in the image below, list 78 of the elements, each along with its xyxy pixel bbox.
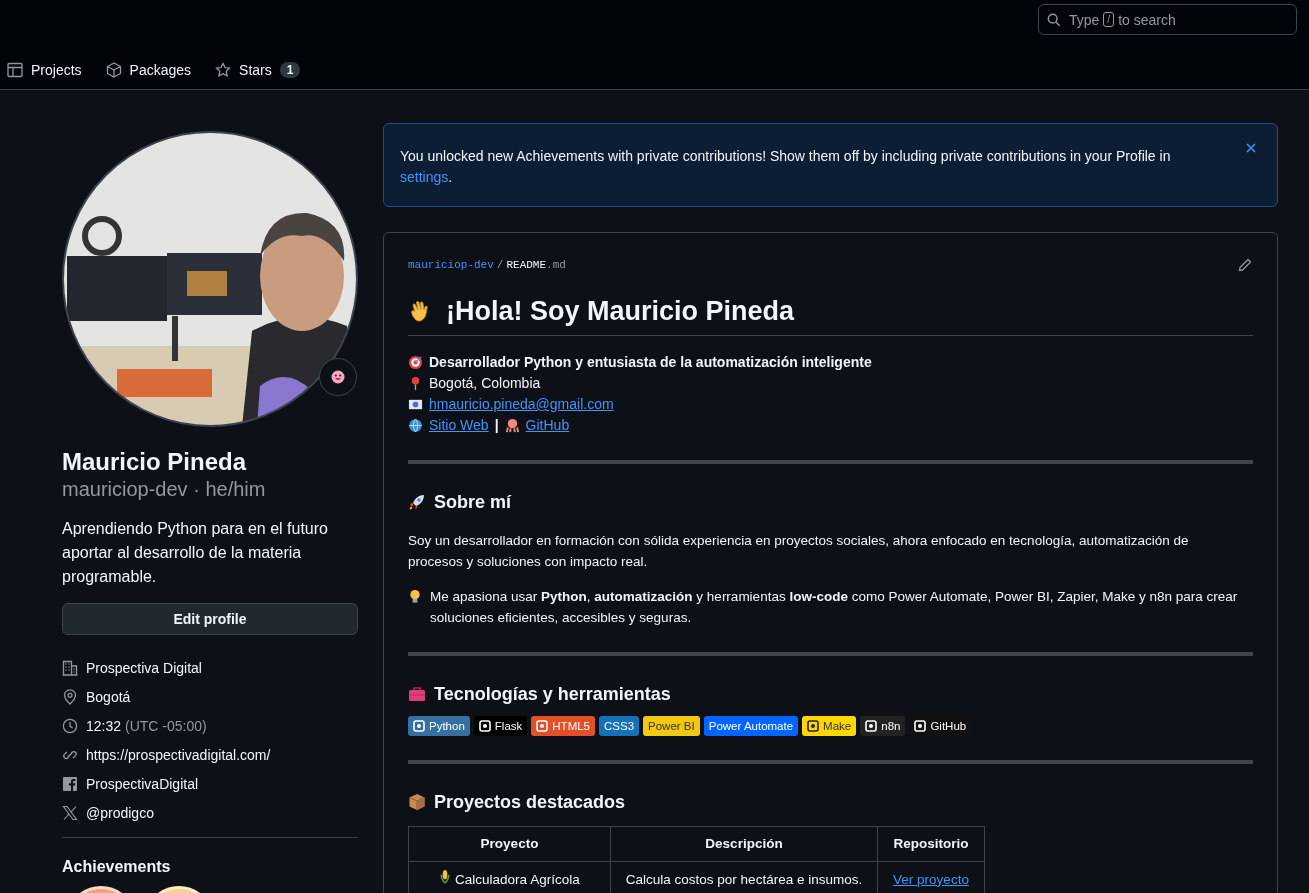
profile-handle: mauriciop-dev · he/him: [62, 477, 267, 501]
search-field[interactable]: Type / to search: [1038, 4, 1297, 35]
light-bulb-icon: [408, 589, 422, 604]
profile-name: Mauricio Pineda: [62, 447, 248, 477]
logo-icon: [865, 720, 878, 732]
search-placeholder: Type: [1069, 11, 1100, 28]
smiley-icon: [331, 370, 345, 384]
x-logo-icon: [62, 804, 78, 821]
edit-profile-button[interactable]: Edit profile: [62, 603, 358, 635]
table-cell: Calculadora Agrícola: [408, 861, 611, 893]
table-icon: [7, 62, 23, 78]
repo-owner-link[interactable]: mauriciop-dev: [408, 259, 494, 271]
envelope-icon: [408, 397, 423, 412]
location-pin-icon: [62, 688, 78, 705]
technology-badge: Python: [408, 716, 470, 736]
globe-icon: [408, 418, 423, 433]
logo-icon: [914, 720, 927, 732]
profile-detail: Bogotá: [86, 688, 131, 705]
readme-text: Bogotá, Colombia: [429, 374, 541, 393]
star-icon: [215, 62, 232, 78]
timezone-text: (UTC -05:00): [125, 717, 207, 734]
close-icon: [1245, 142, 1257, 154]
path-separator: /: [496, 259, 504, 271]
readme-link[interactable]: hmauricio.pineda@gmail.com: [429, 394, 614, 415]
cube-icon: [105, 62, 122, 78]
clock-icon: [62, 717, 78, 734]
section-heading: Sobre mí: [434, 491, 512, 514]
readme-text: Desarrollador Python y entusiasta de la automatización inteligente: [429, 353, 872, 372]
technology-badge: GitHub: [909, 716, 972, 736]
search-placeholder: to search: [1118, 11, 1176, 28]
count-badge: 1: [279, 62, 301, 78]
readme-text: |: [494, 416, 499, 435]
column-header: Descripción: [610, 826, 878, 862]
technology-badge: Flask: [473, 716, 528, 736]
technology-badge: n8n: [860, 716, 906, 736]
logo-icon: [807, 720, 820, 732]
shortcut-key: /: [1103, 12, 1115, 27]
profile-detail: ProspectivaDigital: [86, 775, 199, 792]
notice-text: You unlocked new Achievements with private contributions! Show them off by including private contributions in your Profile in settings.: [400, 147, 1172, 187]
package-icon: [408, 793, 426, 811]
building-icon: [62, 659, 78, 676]
profile-detail: @prodigco: [86, 804, 154, 821]
status-emoji-button[interactable]: [319, 358, 357, 396]
search-icon: [1047, 12, 1061, 27]
file-name: README: [506, 259, 547, 271]
technology-badge: CSS3: [599, 716, 640, 736]
edit-icon[interactable]: [1237, 257, 1253, 273]
readme-link[interactable]: GitHub: [525, 415, 570, 436]
nav-tab[interactable]: Projects: [7, 55, 90, 87]
technology-badge: Power BI: [643, 716, 700, 736]
achievements-heading: Achievements: [62, 858, 172, 876]
readme-link[interactable]: Sitio Web: [429, 415, 489, 436]
column-header: Repositorio: [877, 826, 985, 862]
paragraph: Me apasiona usar Python, automatización y herramientas low-code como Power Automate, Power BI, Zapier, Make y n8n para crear soluciones eficientes, accesibles y seguras.: [430, 588, 1239, 627]
octopus-icon: [504, 418, 520, 433]
toolbox-icon: [408, 685, 426, 703]
corn-icon: [439, 869, 452, 884]
logo-icon: [413, 720, 425, 732]
technology-badge: Power Automate: [703, 716, 799, 736]
profile-detail: 12:32: [86, 717, 122, 734]
rocket-icon: [408, 493, 426, 511]
readme-title: ¡Hola! Soy Mauricio Pineda: [446, 295, 795, 328]
column-header: Proyecto: [408, 826, 611, 862]
section-heading: Tecnologías y herramientas: [434, 683, 671, 706]
logo-icon: [478, 720, 491, 732]
file-extension: .md: [546, 259, 566, 271]
section-heading: Proyectos destacados: [434, 791, 626, 814]
nav-tab[interactable]: Stars 1: [215, 55, 309, 87]
target-icon: [408, 355, 423, 370]
paragraph: Soy un desarrollador en formación con sólida experiencia en proyectos sociales, ahora enfocado en tecnología, automatización de procesos y soluciones con impacto real.: [408, 532, 1190, 571]
facebook-icon: [62, 775, 78, 792]
profile-bio: Aprendiendo Python para en el futuro aportar al desarrollo de la materia programable.: [62, 519, 329, 587]
logo-icon: [536, 720, 549, 732]
nav-tab[interactable]: Packages: [105, 55, 200, 87]
technology-badge: Make: [802, 716, 857, 736]
technology-badge: HTML5: [531, 716, 595, 736]
website-link[interactable]: https://prospectivadigital.com/: [86, 746, 271, 763]
profile-detail: Prospectiva Digital: [86, 659, 202, 676]
